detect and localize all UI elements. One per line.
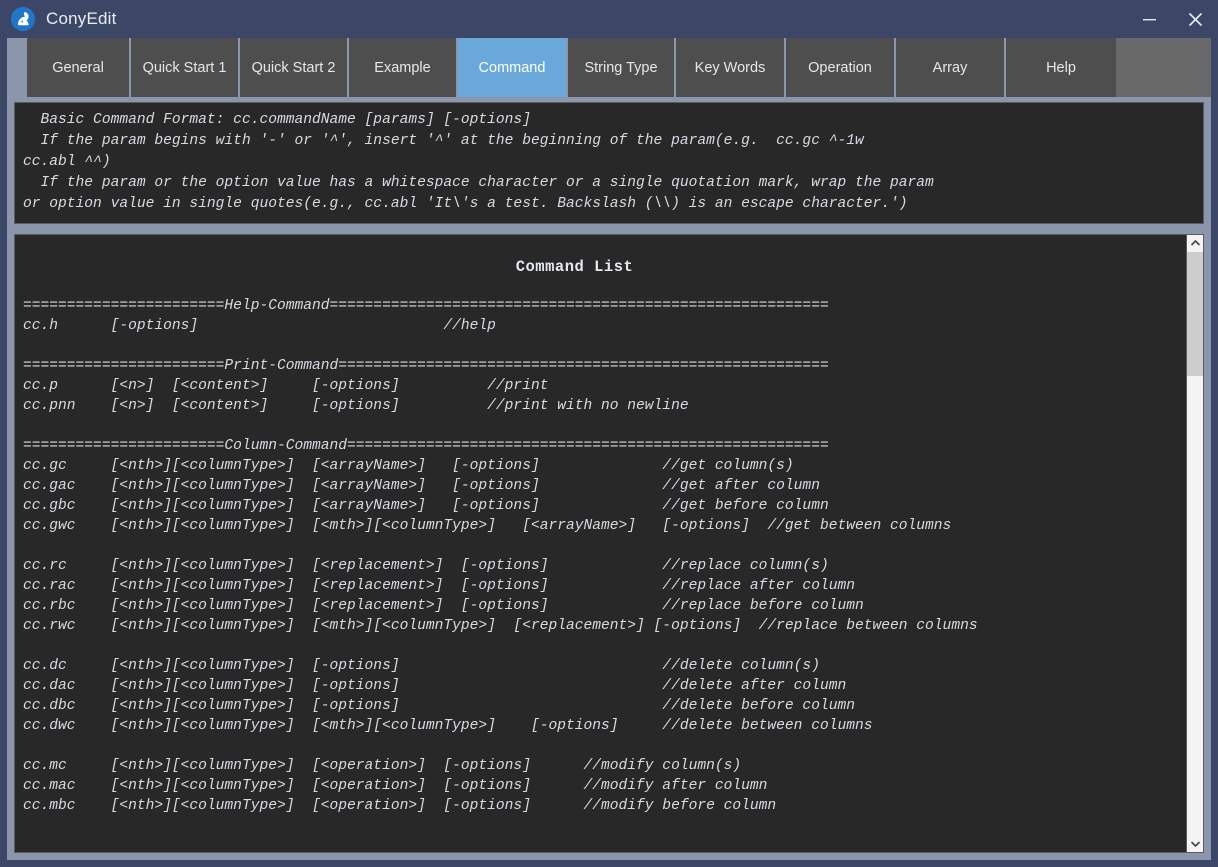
command-list-content: =======================Help-Command=====… bbox=[23, 297, 978, 814]
tab-label: Quick Start 1 bbox=[142, 59, 227, 76]
tab-command[interactable]: Command bbox=[458, 38, 568, 97]
tab-bar-filler bbox=[1116, 38, 1211, 97]
tab-label: Operation bbox=[808, 59, 872, 76]
tab-key-words[interactable]: Key Words bbox=[676, 38, 786, 97]
command-list-scroll-area[interactable]: Command List =======================Help… bbox=[15, 235, 1186, 852]
title-bar: ConyEdit bbox=[0, 0, 1218, 38]
tab-label: Array bbox=[932, 59, 968, 76]
tab-label: Help bbox=[1046, 59, 1076, 76]
tab-operation[interactable]: Operation bbox=[786, 38, 896, 97]
command-format-info: Basic Command Format: cc.commandName [pa… bbox=[14, 102, 1204, 224]
close-button[interactable] bbox=[1172, 0, 1218, 38]
tab-string-type[interactable]: String Type bbox=[568, 38, 676, 97]
scrollbar-thumb[interactable] bbox=[1187, 251, 1203, 376]
chevron-up-icon[interactable] bbox=[1187, 234, 1203, 252]
tab-label: Key Words bbox=[694, 59, 766, 76]
tab-label: General bbox=[52, 59, 104, 76]
tab-label: Command bbox=[478, 59, 546, 76]
tab-array[interactable]: Array bbox=[896, 38, 1006, 97]
minimize-button[interactable] bbox=[1126, 0, 1172, 38]
tab-help[interactable]: Help bbox=[1006, 38, 1116, 97]
vertical-scrollbar[interactable] bbox=[1186, 234, 1203, 852]
app-window: ConyEdit General Quick Start 1 Quick Sta… bbox=[0, 0, 1218, 867]
command-list-panel: Command List =======================Help… bbox=[14, 233, 1204, 853]
tab-general[interactable]: General bbox=[27, 38, 131, 97]
tab-bar: General Quick Start 1 Quick Start 2 Exam… bbox=[7, 38, 1211, 97]
content-panels: Basic Command Format: cc.commandName [pa… bbox=[7, 97, 1211, 860]
window-title: ConyEdit bbox=[46, 9, 117, 28]
tab-quick-start-2[interactable]: Quick Start 2 bbox=[240, 38, 349, 97]
tab-example[interactable]: Example bbox=[349, 38, 458, 97]
tab-label: Quick Start 2 bbox=[251, 59, 336, 76]
command-list-title: Command List bbox=[515, 257, 634, 276]
chevron-down-icon[interactable] bbox=[1187, 835, 1203, 852]
tab-quick-start-1[interactable]: Quick Start 1 bbox=[131, 38, 240, 97]
scrollbar-track[interactable] bbox=[1187, 251, 1203, 835]
tab-label: Example bbox=[374, 59, 431, 76]
cony-rabbit-logo-icon bbox=[11, 7, 35, 31]
tab-label: String Type bbox=[584, 59, 658, 76]
window-body: General Quick Start 1 Quick Start 2 Exam… bbox=[7, 38, 1211, 860]
window-controls bbox=[1126, 0, 1218, 38]
